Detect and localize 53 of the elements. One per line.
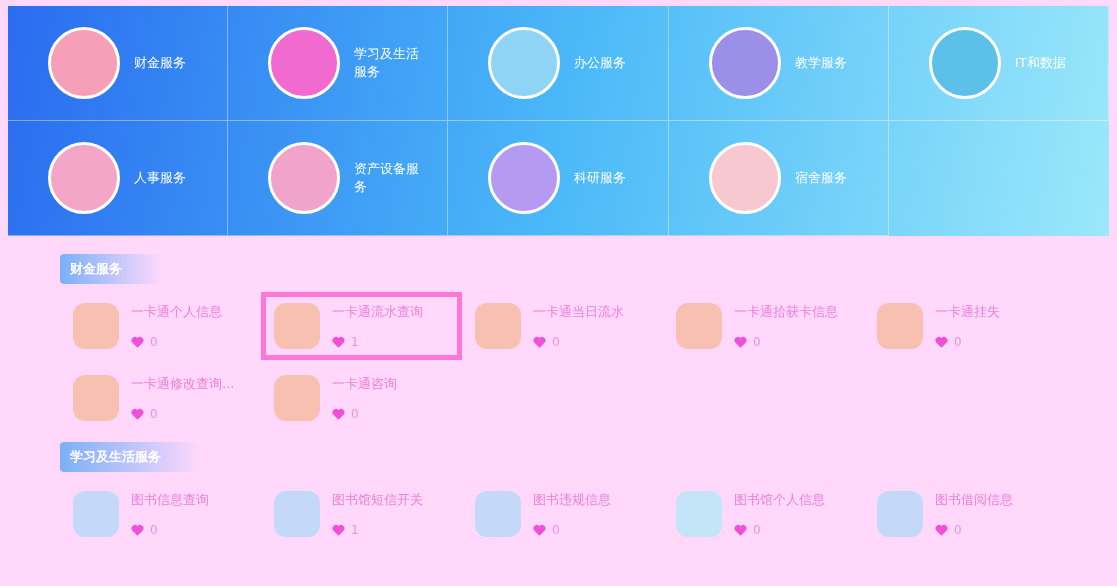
like-count: 0 (753, 523, 761, 537)
category-label: 教学服务 (794, 54, 848, 72)
category-label: 财金服务 (134, 54, 187, 72)
like-count: 0 (954, 335, 962, 349)
heart-icon (935, 336, 948, 348)
category-label: IT和数据 (1014, 54, 1067, 72)
heart-icon (734, 524, 747, 536)
like-count: 0 (954, 523, 962, 537)
heart-icon (131, 524, 144, 536)
category-tile[interactable]: 资产设备服务 (228, 121, 449, 236)
heart-icon (131, 336, 144, 348)
heart-icon (131, 408, 144, 420)
category-label: 学习及生活服务 (354, 45, 421, 81)
like-count: 1 (351, 335, 359, 349)
category-label: 资产设备服务 (354, 160, 421, 196)
like-count: 0 (150, 335, 158, 349)
category-tile[interactable]: 学习及生活服务 (228, 6, 449, 121)
like-count: 0 (552, 335, 560, 349)
category-tile[interactable]: 科研服务 (448, 121, 669, 236)
category-label: 办公服务 (574, 54, 628, 72)
heart-icon (533, 336, 546, 348)
category-tile[interactable]: 人事服务 (8, 121, 229, 236)
section-title: 财金服务 (60, 254, 162, 284)
category-tile[interactable]: 教学服务 (668, 6, 889, 121)
like-count: 0 (552, 523, 560, 537)
heart-icon (332, 336, 345, 348)
service-name: 图书馆短信开关 (332, 491, 423, 509)
heart-icon (935, 524, 948, 536)
like-count: 0 (150, 407, 158, 421)
service-item[interactable]: 图书馆短信开关 1 (261, 480, 462, 548)
service-name: 图书信息查询 (131, 491, 209, 509)
category-label: 人事服务 (134, 169, 187, 187)
category-label: 宿舍服务 (794, 169, 848, 187)
service-item[interactable]: 图书信息查询 0 (60, 480, 261, 548)
like-count: 0 (753, 335, 761, 349)
like-count: 1 (351, 523, 359, 537)
heart-icon (533, 524, 546, 536)
service-item[interactable]: 图书借阅信息 0 (864, 480, 1065, 548)
category-tile[interactable]: 宿舍服务 (668, 121, 889, 236)
like-count: 0 (351, 407, 359, 421)
heart-icon (332, 524, 345, 536)
category-label: 科研服务 (574, 169, 628, 187)
service-item[interactable]: 图书馆个人信息 0 (663, 480, 864, 548)
service-item[interactable]: 图书违规信息 0 (462, 480, 663, 548)
category-tile[interactable]: 财金服务 (8, 6, 229, 121)
like-count: 0 (150, 523, 158, 537)
service-name: 图书借阅信息 (935, 491, 1013, 509)
heart-icon (734, 336, 747, 348)
heart-icon (332, 408, 345, 420)
category-tile[interactable]: 办公服务 (448, 6, 669, 121)
category-tile[interactable]: IT和数据 (888, 6, 1109, 121)
service-name: 图书馆个人信息 (734, 491, 825, 509)
service-name: 图书违规信息 (533, 491, 611, 509)
